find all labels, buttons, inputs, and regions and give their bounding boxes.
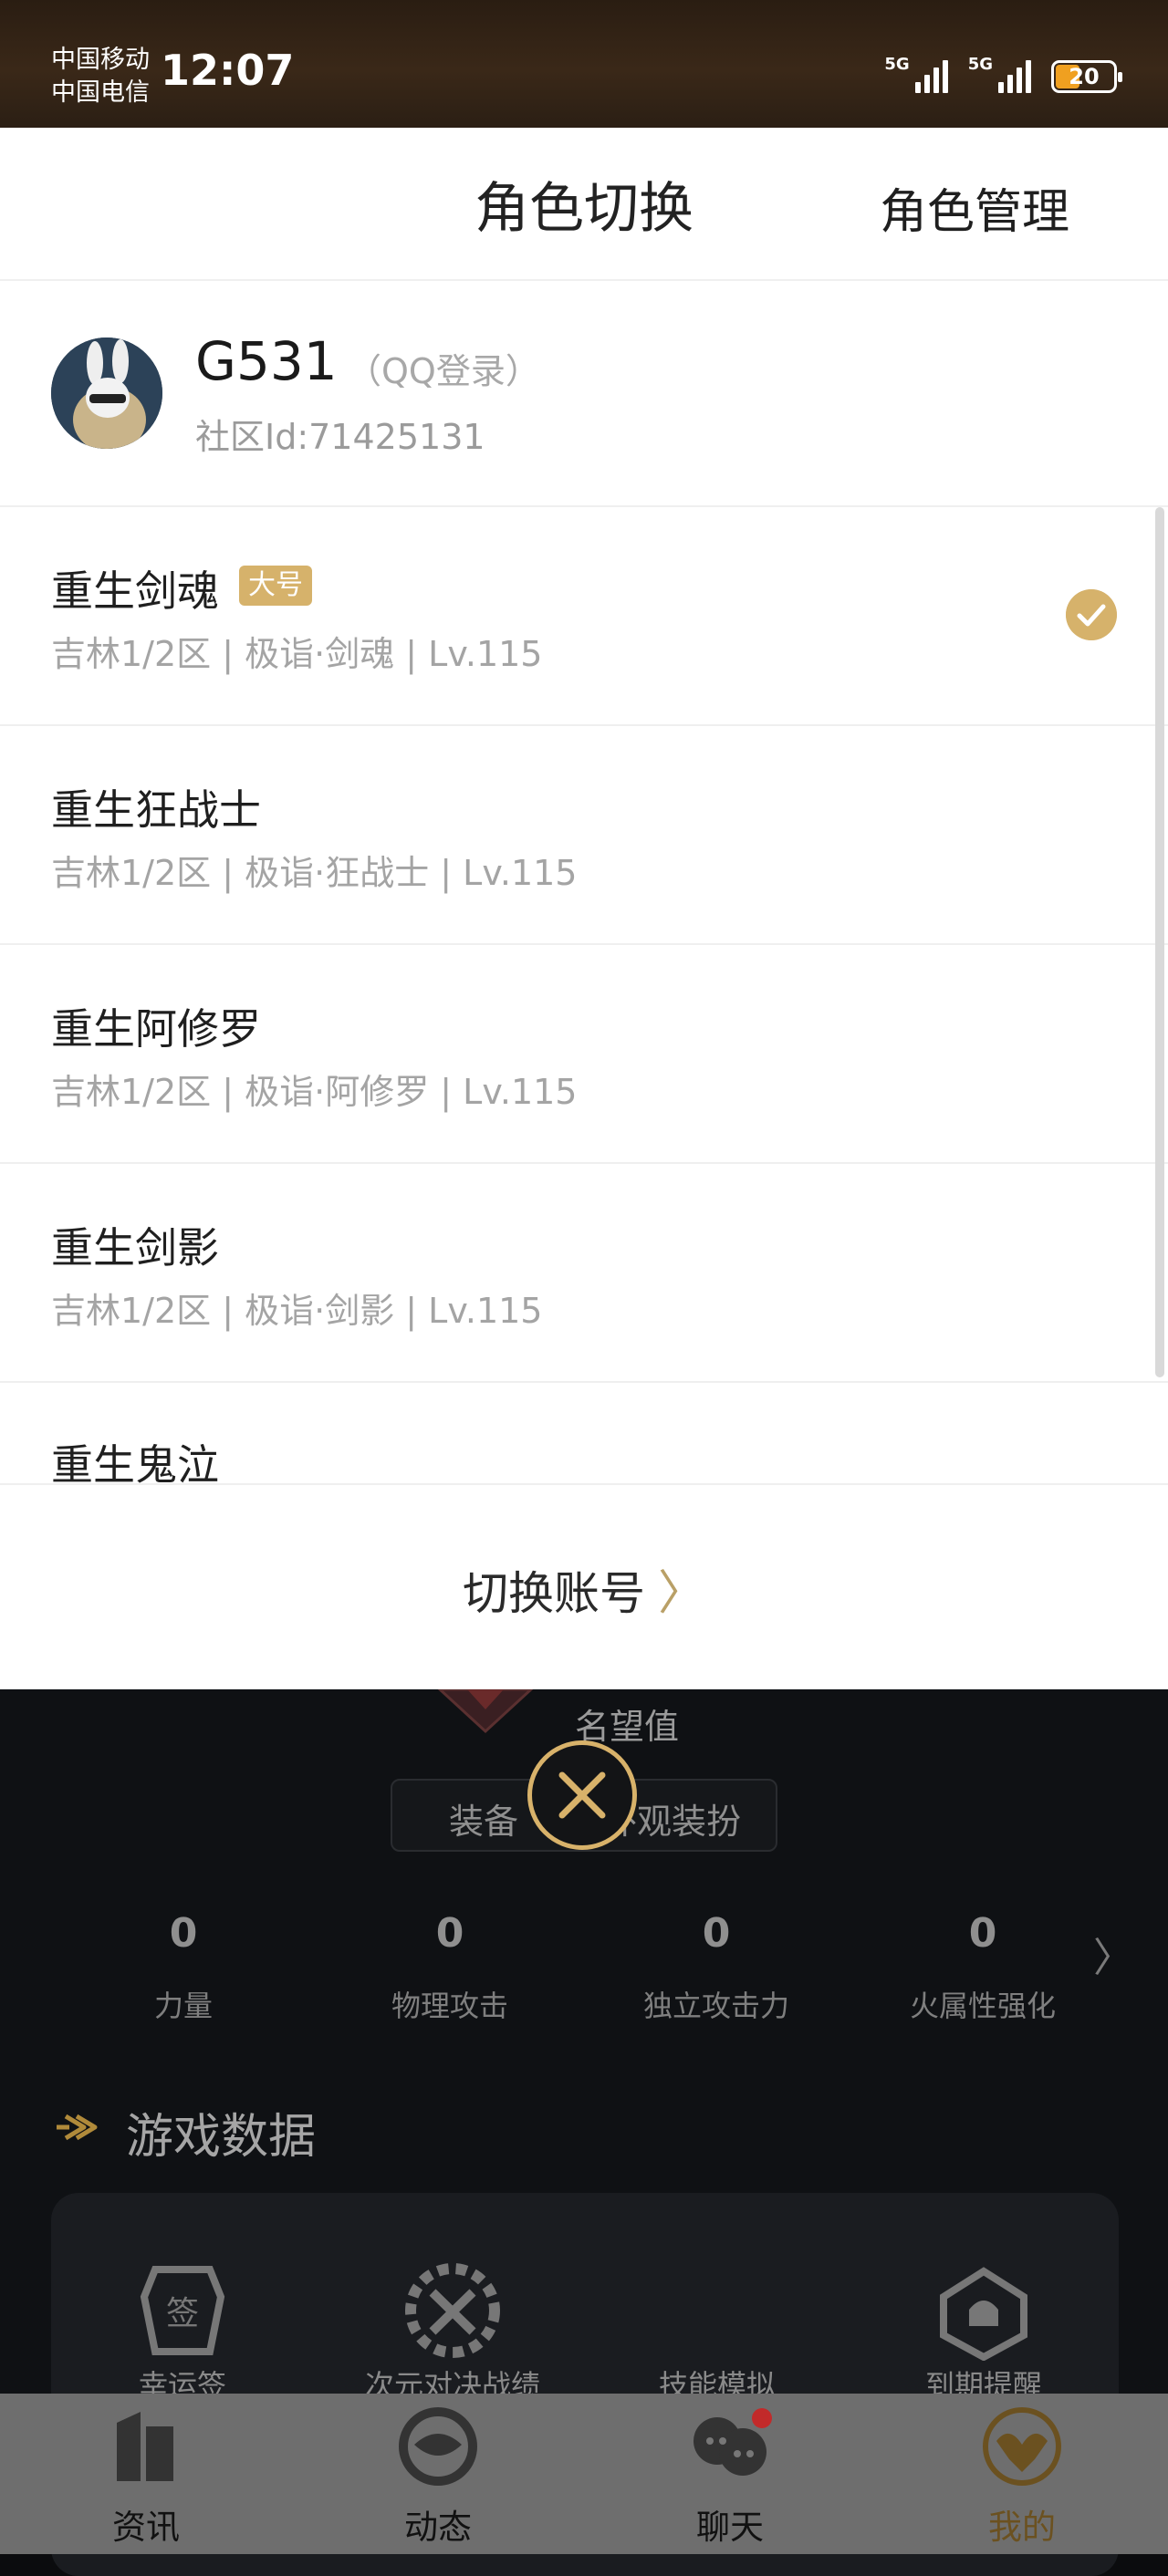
role-meta: 吉林1/2区 | 极诣·剑影 | Lv.115 xyxy=(51,1291,543,1331)
carrier-1: 中国移动 xyxy=(51,46,150,74)
stats-more-icon[interactable]: 〉 xyxy=(1093,1925,1133,1983)
moments-icon xyxy=(399,2407,477,2486)
login-type: （QQ登录） xyxy=(347,351,540,391)
switch-account-label: 切换账号 xyxy=(462,1567,645,1620)
close-icon[interactable] xyxy=(527,1740,637,1850)
stat-label: 火属性强化 xyxy=(909,1989,1056,2023)
role-manage-button[interactable]: 角色管理 xyxy=(880,173,1069,242)
stat-value: 0 xyxy=(169,1910,198,1957)
clock: 12:07 xyxy=(161,46,295,95)
role-name: 重生剑魂 xyxy=(51,566,219,616)
role-name: 重生鬼泣 xyxy=(51,1440,219,1483)
account-name: G531 xyxy=(195,330,338,392)
nav-news[interactable]: 资讯 xyxy=(73,2499,219,2549)
bunny-avatar-icon xyxy=(51,338,162,449)
checkmark-icon xyxy=(1066,589,1117,640)
role-meta: 吉林1/2区 | 极诣·狂战士 | Lv.115 xyxy=(51,853,578,893)
status-indicators: 5G 5G 20 xyxy=(884,55,1122,93)
avatar[interactable] xyxy=(51,338,162,449)
section-title: 游戏数据 xyxy=(126,2110,317,2165)
news-icon xyxy=(117,2412,173,2481)
carrier-labels: 中国移动 中国电信 xyxy=(51,44,150,109)
gear-icon xyxy=(405,2263,500,2358)
svg-text:签: 签 xyxy=(166,2295,199,2332)
section-arrow-icon xyxy=(57,2114,98,2141)
profile-icon xyxy=(983,2407,1061,2486)
main-account-badge: 大号 xyxy=(239,566,312,606)
nav-chat[interactable]: 聊天 xyxy=(657,2499,803,2549)
carrier-2: 中国电信 xyxy=(51,78,150,107)
community-id: 社区Id:71425131 xyxy=(195,417,485,457)
role-item[interactable]: 重生鬼泣 xyxy=(0,1377,1168,1483)
stat-label: 独立攻击力 xyxy=(642,1989,789,2023)
nav-moments[interactable]: 动态 xyxy=(365,2499,511,2549)
stat-label: 力量 xyxy=(153,1989,213,2023)
lucky-draw-icon: 签 xyxy=(140,2266,225,2355)
switch-account-button[interactable]: 切换账号〉 xyxy=(0,1554,1168,1623)
stat-value: 0 xyxy=(435,1910,464,1957)
divider xyxy=(0,1483,1168,1485)
rank-emblem-icon xyxy=(437,1689,534,1734)
signal-1-icon: 5G xyxy=(884,55,948,93)
chevron-right-icon: 〉 xyxy=(657,1566,705,1621)
signal-2-icon: 5G xyxy=(968,55,1031,93)
role-name: 重生剑影 xyxy=(51,1223,219,1272)
stat-value: 0 xyxy=(702,1910,731,1957)
bell-icon xyxy=(940,2267,1027,2361)
stat-label: 物理攻击 xyxy=(391,1989,508,2023)
stat-value: 0 xyxy=(968,1910,997,1957)
scrollbar[interactable] xyxy=(1155,507,1164,1377)
chat-badge xyxy=(752,2408,772,2428)
battery-icon: 20 xyxy=(1051,60,1122,93)
nav-me[interactable]: 我的 xyxy=(949,2499,1095,2549)
role-name: 重生狂战士 xyxy=(51,785,261,835)
divider xyxy=(0,279,1168,281)
tab-equipment[interactable]: 装备 xyxy=(449,1793,518,1844)
role-name: 重生阿修罗 xyxy=(51,1004,261,1054)
role-meta: 吉林1/2区 | 极诣·阿修罗 | Lv.115 xyxy=(51,1072,578,1112)
role-meta: 吉林1/2区 | 极诣·剑魂 | Lv.115 xyxy=(51,634,543,674)
battery-level: 20 xyxy=(1069,64,1100,89)
